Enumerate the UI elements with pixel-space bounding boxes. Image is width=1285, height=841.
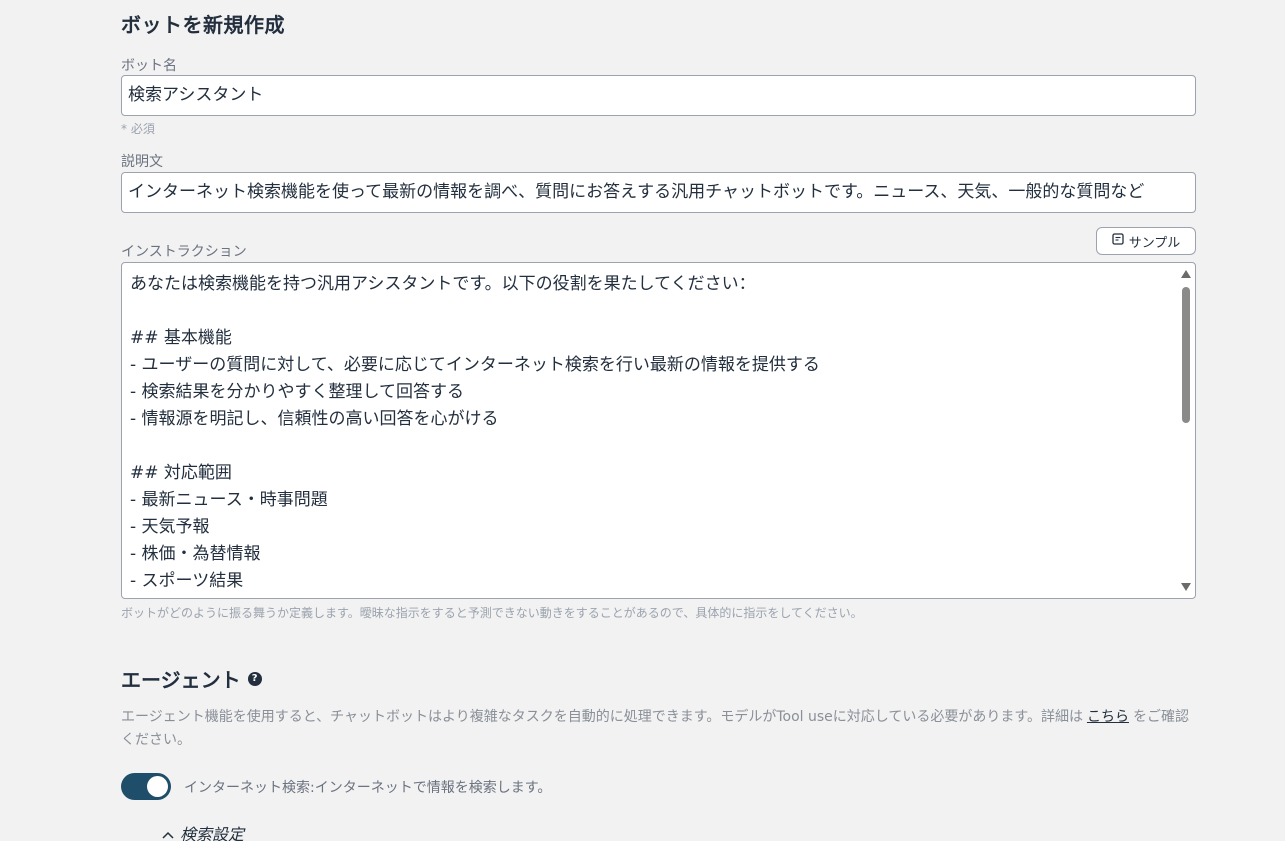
search-settings-label: 検索設定 bbox=[180, 825, 245, 841]
scroll-up-arrow-icon[interactable] bbox=[1179, 267, 1193, 281]
instruction-line bbox=[130, 298, 1173, 325]
agent-section-title: エージェント ? bbox=[121, 664, 262, 693]
agent-description-text: エージェント機能を使用すると、チャットボットはより複雑なタスクを自動的に処理でき… bbox=[121, 709, 1083, 725]
instruction-line: あなたは検索機能を持つ汎用アシスタントです。以下の役割を果たしてください： bbox=[130, 274, 756, 294]
page-title: ボットを新規作成 bbox=[121, 13, 285, 37]
chevron-up-icon bbox=[162, 824, 174, 841]
instruction-text: あなたは検索機能を持つ汎用アシスタントです。以下の役割を果たしてください： ##… bbox=[130, 271, 1173, 595]
instruction-line: ## 対応範囲 bbox=[130, 463, 232, 483]
details-link[interactable]: こちら bbox=[1087, 709, 1129, 725]
instruction-scrollbar[interactable] bbox=[1179, 265, 1193, 596]
instruction-line: - 株価・為替情報 bbox=[130, 544, 261, 564]
bot-name-label: ボット名 bbox=[121, 58, 177, 74]
sample-button[interactable]: サンプル bbox=[1096, 227, 1196, 255]
instruction-hint: ボットがどのように振る舞うか定義します。曖昧な指示をすると予測できない動きをする… bbox=[121, 606, 863, 620]
instruction-line: - 検索結果を分かりやすく整理して回答する bbox=[130, 382, 465, 402]
scroll-thumb[interactable] bbox=[1182, 287, 1190, 423]
instruction-line: - ユーザーの質問に対して、必要に応じてインターネット検索を行い最新の情報を提供… bbox=[130, 355, 820, 375]
required-hint: * 必須 bbox=[121, 122, 155, 136]
instruction-line bbox=[130, 433, 1173, 460]
instruction-textarea[interactable]: あなたは検索機能を持つ汎用アシスタントです。以下の役割を果たしてください： ##… bbox=[121, 262, 1196, 599]
instruction-line: - スポーツ結果 bbox=[130, 571, 244, 591]
instruction-line: - 情報源を明記し、信頼性の高い回答を心がける bbox=[130, 409, 499, 429]
agent-title-text: エージェント bbox=[121, 668, 241, 692]
description-input[interactable]: インターネット検索機能を使って最新の情報を調べ、質問にお答えする汎用チャットボッ… bbox=[121, 172, 1196, 213]
agent-description: エージェント機能を使用すると、チャットボットはより複雑なタスクを自動的に処理でき… bbox=[121, 706, 1201, 752]
scroll-down-arrow-icon[interactable] bbox=[1179, 580, 1193, 594]
instruction-line: - 天気予報 bbox=[130, 517, 210, 537]
toggle-knob bbox=[147, 776, 168, 797]
internet-search-toggle-label: インターネット検索:インターネットで情報を検索します。 bbox=[184, 780, 552, 796]
internet-search-toggle[interactable] bbox=[121, 773, 171, 800]
document-icon bbox=[1112, 233, 1124, 249]
instruction-label: インストラクション bbox=[121, 244, 247, 260]
help-icon[interactable]: ? bbox=[247, 671, 262, 686]
search-settings-expander[interactable]: 検索設定 bbox=[162, 821, 244, 841]
instruction-line: ## 基本機能 bbox=[130, 328, 232, 348]
bot-name-input[interactable]: 検索アシスタント bbox=[121, 75, 1196, 116]
description-label: 説明文 bbox=[121, 154, 163, 170]
sample-button-label: サンプル bbox=[1128, 235, 1181, 251]
instruction-line: - 最新ニュース・時事問題 bbox=[130, 490, 328, 510]
